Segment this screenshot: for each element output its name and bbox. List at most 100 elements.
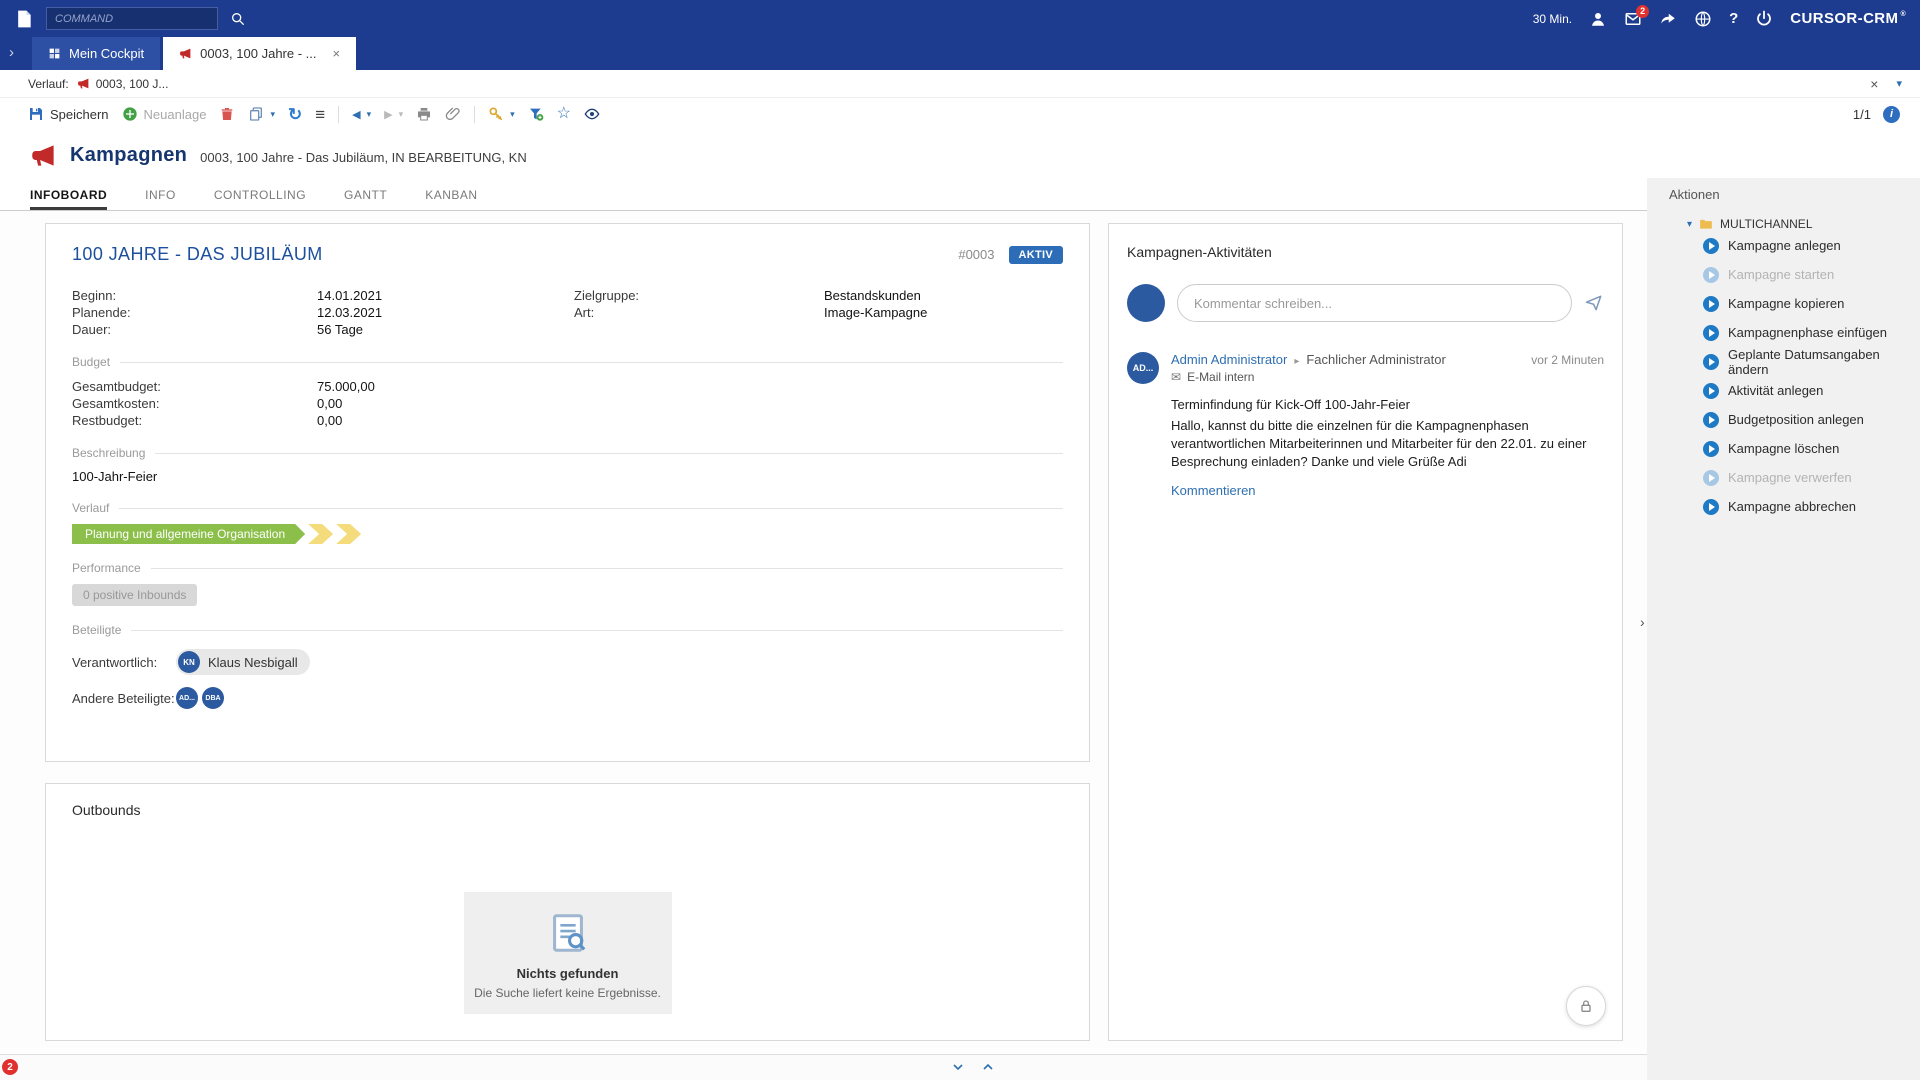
comment-input[interactable] [1177, 284, 1572, 322]
responsible-chip[interactable]: KN Klaus Nesbigall [176, 649, 310, 675]
description-section: Beschreibung 100-Jahr-Feier [72, 446, 1063, 484]
cockpit-icon [48, 47, 61, 60]
nav-forward-button[interactable]: ▶▾ [384, 108, 403, 121]
avatar [1127, 284, 1165, 322]
collapse-down-icon[interactable] [950, 1059, 966, 1075]
comment-link[interactable]: Kommentieren [1171, 483, 1256, 498]
chevron-down-icon[interactable]: ▾ [1896, 77, 1902, 90]
history-item[interactable]: 0003, 100 J... [77, 77, 169, 91]
save-button[interactable]: Speichern [28, 106, 109, 122]
search-icon[interactable] [230, 11, 246, 27]
permissions-button[interactable]: ▾ [488, 106, 515, 122]
command-input[interactable] [46, 7, 218, 30]
message-body: Hallo, kannst du bitte die einzelnen für… [1171, 417, 1604, 472]
mail-icon[interactable]: 2 [1624, 10, 1642, 28]
content-area: 100 JAHRE - DAS JUBILÄUM #0003 AKTIV Beg… [0, 211, 1920, 1053]
record-number: #0003 [958, 247, 994, 262]
action-group-multichannel[interactable]: ▾ MULTICHANNEL [1687, 217, 1920, 231]
chevron-down-icon: ▾ [510, 109, 515, 120]
new-record-button[interactable]: Neuanlage [122, 106, 207, 122]
action-kampagne-kopieren[interactable]: Kampagne kopieren [1703, 289, 1920, 318]
user-icon[interactable] [1589, 10, 1607, 28]
phase-section: Verlauf Planung und allgemeine Organisat… [72, 501, 1063, 544]
share-icon[interactable] [1659, 10, 1677, 28]
app-logo-icon[interactable] [14, 9, 34, 29]
lock-button[interactable] [1566, 986, 1606, 1026]
brand-mark: ® [1900, 11, 1906, 18]
action-kampagne-starten: Kampagne starten [1703, 260, 1920, 289]
timestamp: vor 2 Minuten [1531, 353, 1604, 367]
action-aktivitaet-anlegen[interactable]: Aktivität anlegen [1703, 376, 1920, 405]
tab-mein-cockpit[interactable]: Mein Cockpit [32, 37, 160, 70]
tab-infoboard[interactable]: INFOBOARD [30, 180, 107, 210]
field-row: Dauer:56 Tage [72, 321, 574, 338]
filter-add-button[interactable] [528, 106, 544, 122]
sidebar-expand-icon[interactable]: › [9, 44, 14, 61]
action-kampagne-loeschen[interactable]: Kampagne löschen [1703, 434, 1920, 463]
info-icon[interactable]: i [1883, 106, 1900, 123]
megaphone-icon [77, 77, 90, 90]
power-icon[interactable] [1755, 10, 1773, 28]
action-label: Kampagne kopieren [1728, 296, 1844, 311]
field-row: Restbudget:0,00 [72, 412, 1063, 429]
play-icon [1703, 441, 1719, 457]
send-icon[interactable] [1584, 293, 1604, 313]
action-label: Aktivität anlegen [1728, 383, 1823, 398]
favorite-button[interactable]: ☆ [557, 106, 571, 122]
menu-button[interactable]: ≡ [315, 106, 325, 123]
tab-campaign-record[interactable]: 0003, 100 Jahre - ... × [163, 37, 356, 70]
history-bar: Verlauf: 0003, 100 J... × ▾ [0, 70, 1920, 98]
tab-strip: › Mein Cockpit 0003, 100 Jahre - ... × [0, 37, 1920, 70]
watch-button[interactable] [584, 106, 600, 122]
play-icon [1703, 267, 1719, 283]
avatar[interactable]: DBA [202, 687, 224, 709]
close-icon[interactable]: × [1870, 76, 1878, 92]
section-title: Performance [72, 561, 1063, 575]
notification-badge[interactable]: 2 [2, 1059, 18, 1075]
tab-close-icon[interactable]: × [333, 46, 341, 61]
action-kampagne-abbrechen[interactable]: Kampagne abbrechen [1703, 492, 1920, 521]
activities-title: Kampagnen-Aktivitäten [1127, 244, 1604, 260]
print-button[interactable] [416, 106, 432, 122]
field-row: Gesamtbudget:75.000,00 [72, 378, 1063, 395]
expand-up-icon[interactable] [980, 1059, 996, 1075]
action-label: Geplante Datumsangaben ändern [1728, 347, 1920, 377]
campaign-infoboard-card: 100 JAHRE - DAS JUBILÄUM #0003 AKTIV Beg… [45, 223, 1090, 762]
play-icon [1703, 354, 1719, 370]
topbar-right: 30 Min. 2 ? CURSOR-CRM® [1533, 10, 1906, 28]
tab-kanban[interactable]: KANBAN [425, 180, 477, 210]
action-geplante-datumsangaben-aendern[interactable]: Geplante Datumsangaben ändern [1703, 347, 1920, 376]
tab-info[interactable]: INFO [145, 180, 176, 210]
play-icon [1703, 325, 1719, 341]
save-label: Speichern [50, 107, 109, 122]
copy-button[interactable]: ▾ [248, 106, 275, 122]
campaign-activities-card: Kampagnen-Aktivitäten AD... Admin Admini… [1108, 223, 1623, 1041]
other-participants-row: Andere Beteiligte: AD... DBA [72, 687, 1063, 709]
nav-back-button[interactable]: ◀▾ [352, 108, 371, 121]
play-icon [1703, 383, 1719, 399]
current-phase-arrow[interactable]: Planung und allgemeine Organisation [72, 524, 305, 544]
tab-controlling[interactable]: CONTROLLING [214, 180, 306, 210]
action-label: Kampagne starten [1728, 267, 1834, 282]
globe-icon[interactable] [1694, 10, 1712, 28]
author-link[interactable]: Admin Administrator [1171, 352, 1287, 367]
help-button[interactable]: ? [1729, 10, 1738, 27]
refresh-button[interactable]: ↻ [288, 106, 302, 123]
delete-button[interactable] [219, 106, 235, 122]
play-icon [1703, 238, 1719, 254]
action-budgetposition-anlegen[interactable]: Budgetposition anlegen [1703, 405, 1920, 434]
inbounds-badge: 0 positive Inbounds [72, 584, 197, 606]
record-subtitle: 0003, 100 Jahre - Das Jubiläum, IN BEARB… [200, 145, 527, 165]
panel-collapse-icon[interactable]: › [1640, 614, 1645, 630]
campaign-fields: Beginn:14.01.2021 Planende:12.03.2021 Da… [72, 287, 1063, 338]
tab-gantt[interactable]: GANTT [344, 180, 387, 210]
action-label: Kampagne anlegen [1728, 238, 1841, 253]
attachment-button[interactable] [445, 106, 461, 122]
responsible-label: Verantwortlich: [72, 655, 176, 670]
action-kampagnenphase-einfuegen[interactable]: Kampagnenphase einfügen [1703, 318, 1920, 347]
section-title: Beschreibung [72, 446, 1063, 460]
avatar[interactable]: AD... [176, 687, 198, 709]
group-label: MULTICHANNEL [1720, 217, 1812, 231]
field-row: Art:Image-Kampagne [574, 304, 927, 321]
action-kampagne-anlegen[interactable]: Kampagne anlegen [1703, 231, 1920, 260]
